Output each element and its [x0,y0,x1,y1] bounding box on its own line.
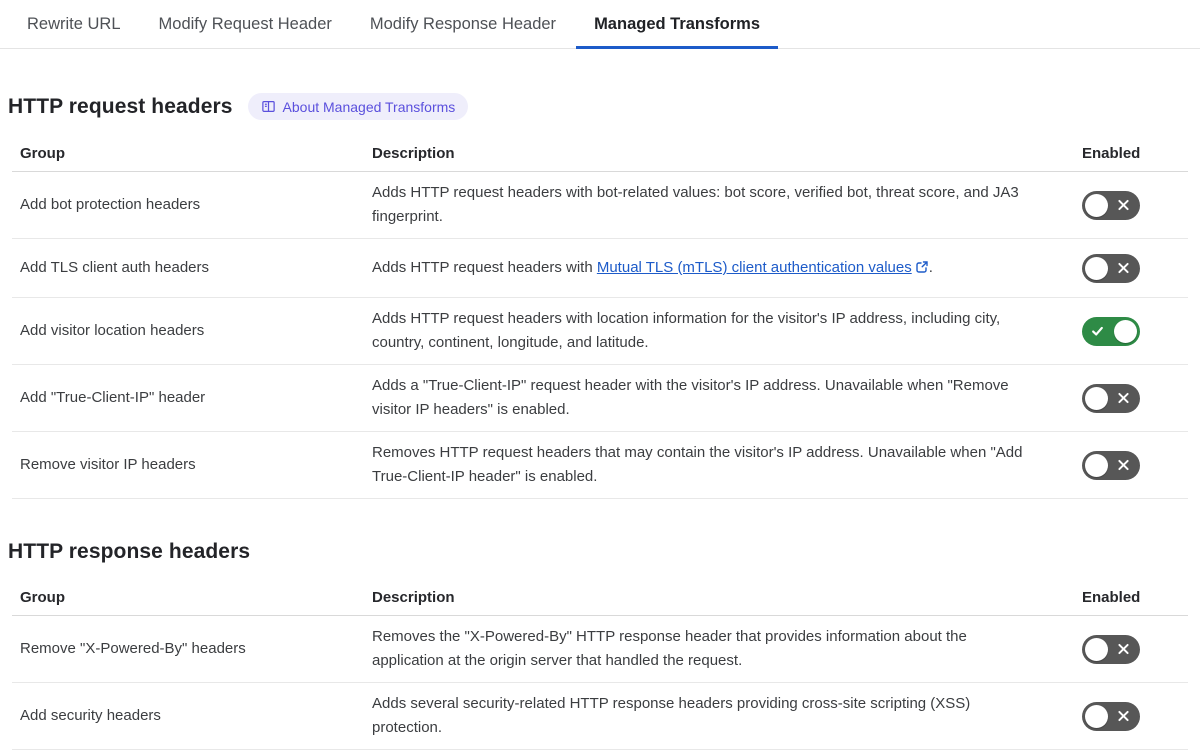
enabled-cell [1074,615,1188,683]
column-header-group: Group [12,583,364,616]
table-row: Add visitor location headers Adds HTTP r… [12,297,1188,365]
description-cell: Adds HTTP request headers with Mutual TL… [364,238,1074,298]
enabled-cell [1074,238,1188,298]
tab-modify-response-header[interactable]: Modify Response Header [352,0,574,49]
table-row: Add bot protection headers Adds HTTP req… [12,171,1188,239]
description-cell: Removes the "X-Powered-By" HTTP response… [364,615,1074,683]
tab-rewrite-url[interactable]: Rewrite URL [9,0,139,49]
table-row: Remove visitor IP headers Removes HTTP r… [12,431,1188,499]
tab-bar: Rewrite URL Modify Request Header Modify… [0,0,1200,49]
toggle-knob [1085,637,1108,661]
group-cell: Remove visitor IP headers [12,431,364,499]
external-link-icon [916,261,928,273]
check-icon [1092,326,1103,336]
description-cell: Adds HTTP request headers with location … [364,297,1074,365]
request-headers-section: HTTP request headers About Managed Trans… [0,93,1200,499]
enabled-cell [1074,431,1188,499]
x-icon [1118,643,1129,655]
toggle-add-true-client-ip-header[interactable] [1082,383,1140,413]
toggle-add-visitor-location-headers[interactable] [1082,316,1140,346]
description-cell: Adds HTTP request headers with bot-relat… [364,171,1074,239]
enabled-cell [1074,171,1188,239]
column-header-enabled: Enabled [1074,583,1188,616]
response-headers-section: HTTP response headers Group Description … [0,540,1200,750]
column-header-description: Description [364,139,1074,172]
response-section-title: HTTP response headers [8,540,251,563]
toggle-knob [1085,193,1108,217]
toggle-remove-visitor-ip-headers[interactable] [1082,450,1140,480]
toggle-knob [1114,319,1137,343]
group-cell: Remove "X-Powered-By" headers [12,615,364,683]
request-section-title: HTTP request headers [8,94,233,118]
description-text: Adds HTTP request headers with [372,259,597,276]
description-cell: Adds several security-related HTTP respo… [364,682,1074,750]
group-cell: Add TLS client auth headers [12,238,364,298]
book-icon [261,99,276,114]
toggle-knob [1085,386,1108,410]
badge-label: About Managed Transforms [282,98,456,115]
description-cell: Removes HTTP request headers that may co… [364,431,1074,499]
column-header-enabled: Enabled [1074,139,1188,172]
table-row: Remove "X-Powered-By" headers Removes th… [12,615,1188,683]
description-text: . [928,259,933,276]
mtls-docs-link[interactable]: Mutual TLS (mTLS) client authentication … [597,259,929,276]
toggle-add-security-headers[interactable] [1082,701,1140,731]
x-icon [1118,262,1129,274]
x-icon [1118,392,1129,404]
toggle-add-tls-client-auth-headers[interactable] [1082,253,1140,283]
toggle-add-bot-protection-headers[interactable] [1082,190,1140,220]
x-icon [1118,459,1129,471]
enabled-cell [1074,297,1188,365]
table-row: Add security headers Adds several securi… [12,682,1188,750]
description-cell: Adds a "True-Client-IP" request header w… [364,364,1074,432]
tab-managed-transforms[interactable]: Managed Transforms [576,0,779,49]
group-cell: Add bot protection headers [12,171,364,239]
x-icon [1118,710,1129,722]
toggle-knob [1085,704,1108,728]
group-cell: Add security headers [12,682,364,750]
toggle-knob [1085,256,1108,280]
x-icon [1118,199,1129,211]
tab-modify-request-header[interactable]: Modify Request Header [141,0,350,49]
enabled-cell [1074,682,1188,750]
column-header-group: Group [12,139,364,172]
group-cell: Add visitor location headers [12,297,364,365]
table-row: Add TLS client auth headers Adds HTTP re… [12,238,1188,298]
toggle-knob [1085,453,1108,477]
request-headers-table: Group Description Enabled Add bot protec… [12,139,1188,499]
about-managed-transforms-link[interactable]: About Managed Transforms [247,93,469,120]
response-headers-table: Group Description Enabled Remove "X-Powe… [12,583,1188,750]
enabled-cell [1074,364,1188,432]
toggle-remove-x-powered-by-headers[interactable] [1082,634,1140,664]
group-cell: Add "True-Client-IP" header [12,364,364,432]
table-row: Add "True-Client-IP" header Adds a "True… [12,364,1188,432]
column-header-description: Description [364,583,1074,616]
